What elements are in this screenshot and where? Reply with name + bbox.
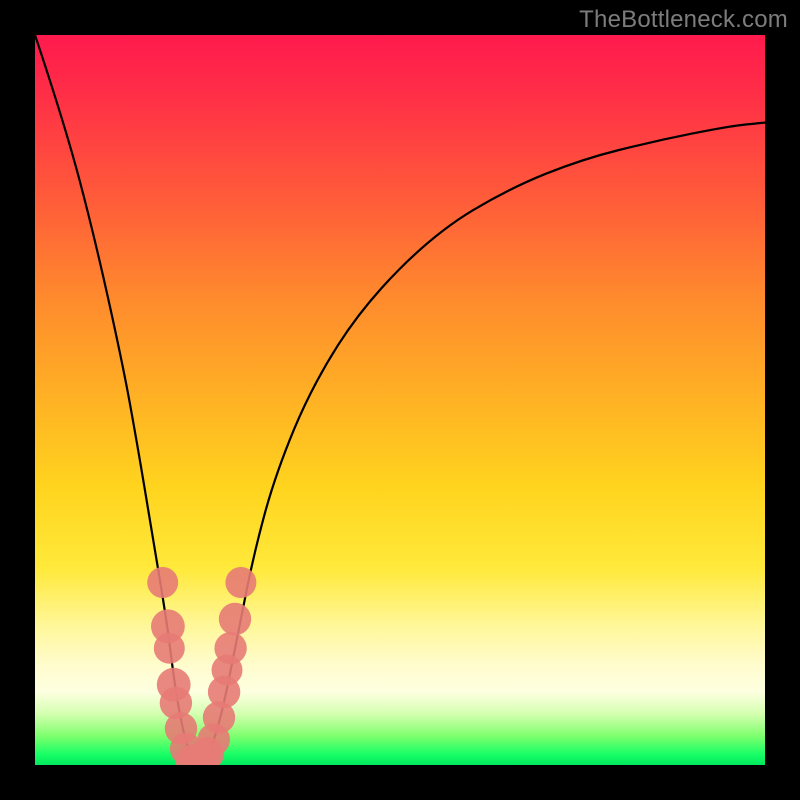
plot-area — [35, 35, 765, 765]
curve-marker — [147, 567, 178, 598]
chart-frame: TheBottleneck.com — [0, 0, 800, 800]
bottleneck-curve-path — [35, 35, 765, 764]
curve-marker — [219, 603, 251, 635]
watermark-label: TheBottleneck.com — [579, 6, 788, 34]
curve-marker — [225, 567, 256, 598]
curve-marker — [214, 632, 246, 664]
chart-svg — [35, 35, 765, 765]
marker-group — [147, 567, 256, 765]
curve-marker — [154, 633, 185, 664]
